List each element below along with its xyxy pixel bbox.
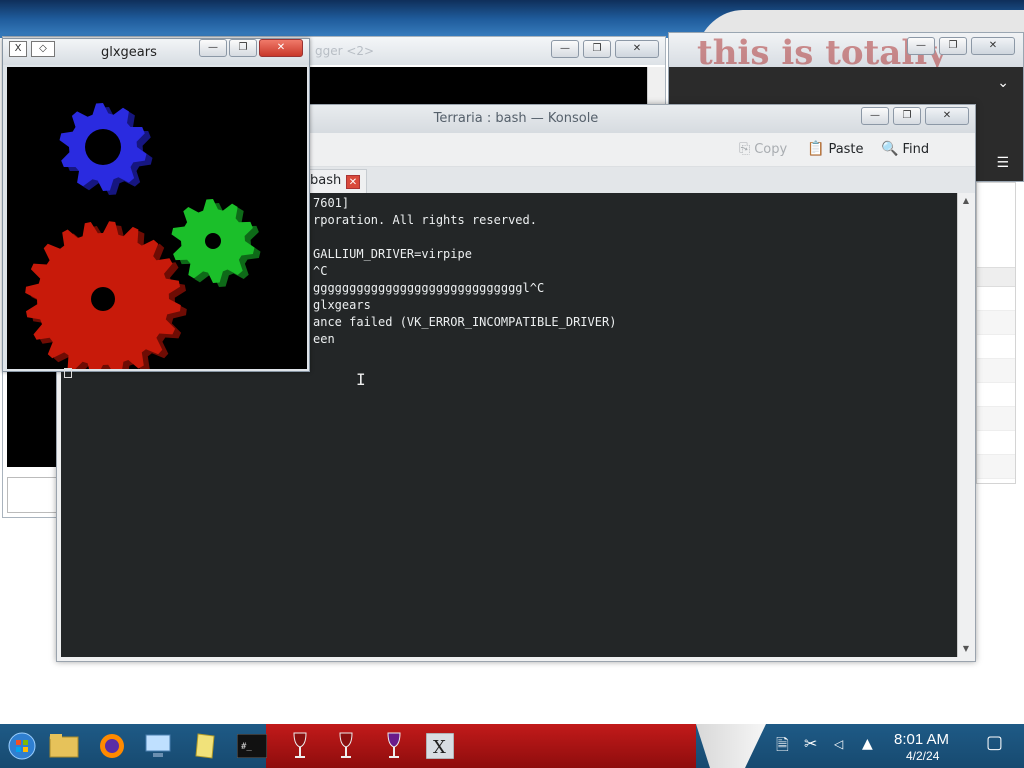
glxgears-window[interactable]: X ◇ glxgears — ❐ ✕ <box>2 38 310 381</box>
konsole-minimize-button[interactable]: — <box>861 107 889 125</box>
terminal-line: gggggggggggggggggggggggggggggl^C <box>313 281 545 295</box>
tab-bash-label: bash <box>310 173 342 188</box>
list-item <box>977 455 1015 479</box>
svg-text:#_: #_ <box>241 742 252 752</box>
scissors-tray-icon[interactable]: ✂ <box>804 734 817 753</box>
glxgears-canvas <box>7 67 307 381</box>
glxgears-title: glxgears <box>101 45 157 60</box>
terminal-icon[interactable]: #_ <box>236 730 268 762</box>
wine-glass-icon[interactable] <box>378 730 410 762</box>
browser-titlebar[interactable]: this is totally — ❐ ✕ <box>669 33 1023 73</box>
terminal-line: GALLIUM_DRIVER=virpipe <box>313 247 472 261</box>
list-item <box>977 383 1015 407</box>
browser-minimize-button[interactable]: — <box>907 37 935 55</box>
list-header <box>977 267 1015 287</box>
terminal-line: ^C <box>313 264 328 278</box>
ibeam-cursor-icon: I <box>356 370 366 389</box>
x-menu-icon[interactable]: X <box>9 41 27 57</box>
browser-maximize-button[interactable]: ❐ <box>939 37 967 55</box>
diamond-icon[interactable]: ◇ <box>31 41 55 57</box>
firefox-icon[interactable] <box>96 730 128 762</box>
konsole-maximize-button[interactable]: ❐ <box>893 107 921 125</box>
browser-close-button[interactable]: ✕ <box>971 37 1015 55</box>
debugger-minimize-button[interactable]: — <box>551 40 579 58</box>
debugger-maximize-button[interactable]: ❐ <box>583 40 611 58</box>
blue-gear-hole <box>85 129 121 165</box>
speaker-tray-icon[interactable]: ◁ <box>834 737 843 751</box>
debugger-close-button[interactable]: ✕ <box>615 40 659 58</box>
debugger-title: gger <2> <box>315 44 375 58</box>
terminal-line: glxgears <box>313 298 371 312</box>
list-item <box>977 335 1015 359</box>
clock-time[interactable]: 8:01 AM <box>894 731 949 748</box>
glxgears-titlebar[interactable]: X ◇ glxgears — ❐ ✕ <box>3 39 309 65</box>
copy-label: Copy <box>754 141 788 157</box>
list-item <box>977 311 1015 335</box>
find-button[interactable]: 🔍 Find <box>881 141 929 157</box>
copy-icon: ⎘ <box>739 141 751 157</box>
paste-icon: 📋 <box>807 141 825 157</box>
wine-glass-icon[interactable] <box>284 730 316 762</box>
list-item <box>977 287 1015 311</box>
terminal-scrollbar[interactable]: ▲ ▼ <box>957 193 973 657</box>
search-icon: 🔍 <box>881 141 899 157</box>
red-gear-hole <box>91 287 115 311</box>
find-label: Find <box>902 141 930 157</box>
gears-render <box>25 103 261 381</box>
clock-date[interactable]: 4/2/24 <box>906 749 939 763</box>
text-cursor-block <box>64 368 72 378</box>
hamburger-menu-icon[interactable] <box>943 139 965 148</box>
terminal-line: rporation. All rights reserved. <box>313 213 537 227</box>
wine-glass-icon[interactable] <box>330 730 362 762</box>
paste-label: Paste <box>828 141 864 157</box>
close-tab-icon[interactable]: ✕ <box>346 175 360 189</box>
notes-icon[interactable] <box>190 730 222 762</box>
start-orb-icon[interactable] <box>6 730 38 762</box>
scroll-up-icon[interactable]: ▲ <box>960 195 972 207</box>
glxgears-close-button[interactable]: ✕ <box>259 39 303 57</box>
list-item <box>977 407 1015 431</box>
tab-bash[interactable]: bash ✕ <box>307 169 367 193</box>
list-item <box>977 431 1015 455</box>
taskbar-wallpaper-white <box>696 724 766 768</box>
debugger-input-field[interactable] <box>7 477 59 513</box>
list-item <box>977 359 1015 383</box>
terminal-line: ance failed (VK_ERROR_INCOMPATIBLE_DRIVE… <box>313 315 617 329</box>
terminal-line: 7601] <box>313 196 350 210</box>
x-server-icon[interactable]: X <box>424 730 456 762</box>
konsole-close-button[interactable]: ✕ <box>925 107 969 125</box>
copy-button[interactable]: ⎘ Copy <box>739 141 787 157</box>
scroll-down-icon[interactable]: ▼ <box>960 643 972 655</box>
network-computer-icon[interactable] <box>142 730 174 762</box>
file-explorer-icon[interactable] <box>48 730 80 762</box>
show-hidden-icons-icon[interactable]: ▲ <box>862 736 873 752</box>
glxgears-maximize-button[interactable]: ❐ <box>229 39 257 57</box>
chevron-down-icon[interactable]: ⌄ <box>997 75 1009 91</box>
svg-text:X: X <box>433 737 446 758</box>
taskbar: #_ X 🗎 ✂ ◁ ▲ 8:01 AM 4/2/24 ▢ <box>0 724 1024 768</box>
hamburger-menu-icon[interactable]: ☰ <box>996 155 1009 171</box>
green-gear-hole <box>205 233 221 249</box>
notifications-icon[interactable]: ▢ <box>986 732 1003 753</box>
background-list-panel <box>976 182 1016 484</box>
terminal-line: een <box>313 332 335 346</box>
paste-button[interactable]: 📋 Paste <box>807 141 864 157</box>
glxgears-minimize-button[interactable]: — <box>199 39 227 57</box>
clipboard-tray-icon[interactable]: 🗎 <box>776 734 789 761</box>
